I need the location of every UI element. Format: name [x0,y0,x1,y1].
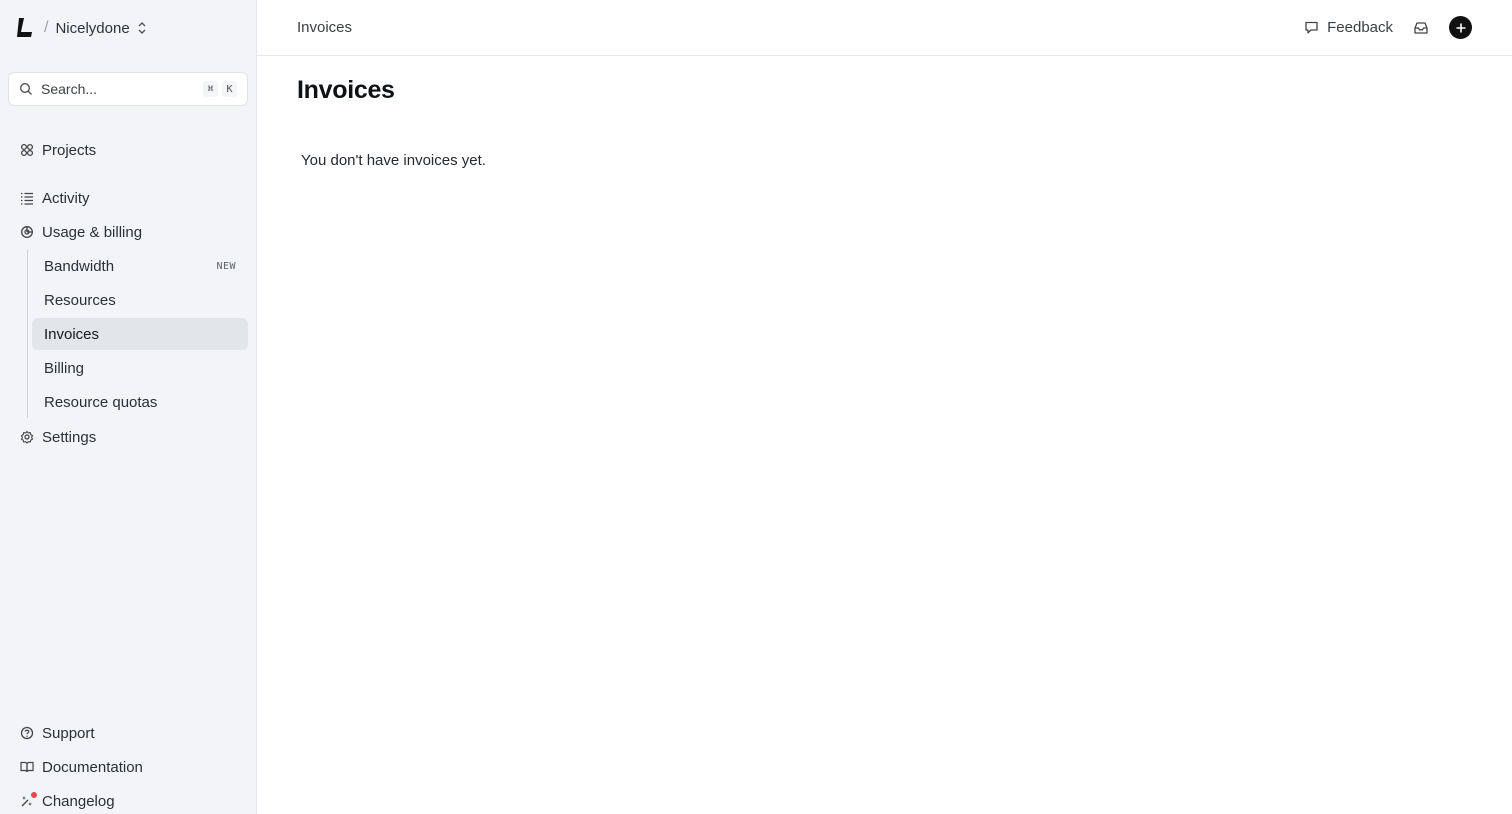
sidebar-item-label: Bandwidth [44,257,115,275]
sidebar-item-label: Usage & billing [42,223,143,241]
brand-logo-icon[interactable] [16,17,34,39]
sidebar-item-label: Settings [42,428,97,446]
breadcrumb[interactable]: Invoices [297,19,352,36]
help-circle-icon [20,726,34,740]
sidebar-item-label: Activity [42,189,90,207]
sidebar-header: / Nicelydone [0,0,256,56]
grid-icon [20,143,34,157]
shortcut-key-k: K [222,81,237,97]
sidebar-item-label: Resources [44,291,116,309]
sidebar-item-changelog[interactable]: Changelog [12,786,248,814]
submenu-guide-line [27,250,28,418]
plus-icon [1456,23,1465,32]
sidebar-item-label: Billing [44,359,85,377]
sidebar-subitem-resources[interactable]: Resources [32,284,248,316]
empty-state-message: You don't have invoices yet. [301,152,486,169]
sidebar-subitem-bandwidth[interactable]: Bandwidth NEW [32,250,248,282]
top-bar: Invoices Feedback [257,0,1512,56]
sidebar-item-usage-billing[interactable]: Usage & billing [12,217,248,247]
message-icon [1304,20,1319,35]
create-new-button[interactable] [1449,16,1472,39]
app-root: / Nicelydone Search... ⌘ K Projects Acti… [0,0,1512,814]
search-placeholder: Search... [41,81,98,97]
sidebar-item-label: Support [42,724,95,742]
sidebar-item-label: Changelog [42,792,115,810]
inbox-icon[interactable] [1413,21,1429,35]
sidebar-item-label: Invoices [44,325,100,343]
sidebar-item-settings[interactable]: Settings [12,422,248,452]
org-name[interactable]: Nicelydone [55,20,129,37]
list-icon [20,191,34,205]
sidebar-subitem-resource-quotas[interactable]: Resource quotas [32,386,248,418]
book-icon [20,760,34,774]
sidebar-item-label: Resource quotas [44,393,158,411]
new-badge: NEW [216,260,236,272]
breadcrumb-separator: / [44,19,49,36]
sparkle-icon [20,792,37,808]
sidebar-subitem-invoices[interactable]: Invoices [32,318,248,350]
chevron-up-down-icon[interactable] [137,21,147,35]
sidebar-item-activity[interactable]: Activity [12,183,248,213]
shortcut-key-cmd: ⌘ [203,81,218,97]
sidebar-subitem-billing[interactable]: Billing [32,352,248,384]
page-title: Invoices [297,76,395,104]
gear-icon [20,430,34,444]
sidebar-item-documentation[interactable]: Documentation [12,752,248,782]
sidebar: / Nicelydone Search... ⌘ K Projects Acti… [0,0,257,814]
sidebar-item-label: Projects [42,141,97,159]
search-icon [19,82,33,96]
sidebar-item-projects[interactable]: Projects [12,135,248,165]
top-actions: Feedback [1304,16,1472,39]
sidebar-item-label: Documentation [42,758,143,776]
pie-chart-icon [20,225,34,239]
feedback-button[interactable]: Feedback [1304,19,1393,36]
sidebar-item-support[interactable]: Support [12,718,248,748]
feedback-label: Feedback [1327,19,1393,36]
notification-dot [31,792,37,798]
search-input[interactable]: Search... ⌘ K [8,72,248,106]
main-content: Invoices Feedback Invoices You don't hav… [257,0,1512,814]
